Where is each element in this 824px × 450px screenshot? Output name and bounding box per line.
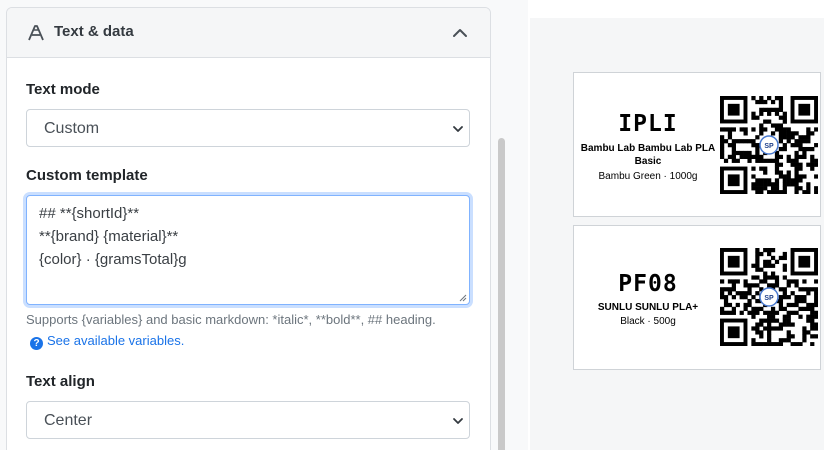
text-mode-select[interactable]: Custom	[26, 109, 470, 147]
chevron-up-icon[interactable]	[451, 24, 469, 42]
card-title: Text & data	[54, 23, 134, 40]
label-text-block: PF08 SUNLU SUNLU PLA+ Black · 500g	[578, 271, 718, 328]
text-mode-label: Text mode	[26, 81, 100, 98]
label-brand-material: Bambu Lab Bambu Lab PLA Basic	[580, 143, 716, 167]
label-text-block: IPLI Bambu Lab Bambu Lab PLA Basic Bambu…	[578, 111, 718, 183]
label-color-weight: Black · 500g	[620, 316, 676, 327]
info-icon: ?	[30, 337, 43, 350]
label-color-weight: Bambu Green · 1000g	[598, 171, 698, 182]
chevron-down-icon	[453, 418, 463, 424]
text-data-card: Text & data Text mode Custom Custom temp…	[6, 7, 491, 450]
font-letter-icon	[28, 25, 44, 41]
preview-pane: IPLI Bambu Lab Bambu Lab PLA Basic Bambu…	[530, 0, 824, 450]
custom-template-label: Custom template	[26, 167, 148, 184]
chevron-down-icon	[453, 126, 463, 132]
label-preview-card[interactable]: PF08 SUNLU SUNLU PLA+ Black · 500g SP	[573, 225, 821, 370]
template-line: **{brand} {material}**	[39, 228, 179, 245]
text-align-label: Text align	[26, 373, 95, 390]
qr-code: SP	[720, 96, 818, 194]
template-help-text: Supports {variables} and basic markdown:…	[26, 309, 446, 351]
label-short-id: IPLI	[618, 111, 678, 137]
qr-code: SP	[720, 248, 818, 346]
template-line: ## **{shortId}**	[39, 205, 140, 222]
available-variables-link[interactable]: See available variables.	[47, 333, 184, 348]
label-preview-card[interactable]: IPLI Bambu Lab Bambu Lab PLA Basic Bambu…	[573, 72, 821, 217]
qr-badge: SP	[764, 295, 774, 302]
label-brand-material: SUNLU SUNLU PLA+	[597, 302, 699, 313]
template-line: {color} · {gramsTotal}g	[39, 251, 187, 268]
text-align-select[interactable]: Center	[26, 401, 470, 439]
resize-handle-icon[interactable]	[459, 294, 467, 302]
label-short-id: PF08	[618, 271, 678, 297]
card-header[interactable]: Text & data	[7, 8, 490, 58]
custom-template-textarea[interactable]: ## **{shortId}** **{brand} {material}** …	[26, 195, 470, 305]
preview-toolbar-area	[530, 0, 824, 18]
settings-scrollbar[interactable]	[498, 138, 505, 450]
help-description: Supports {variables} and basic markdown:…	[26, 312, 436, 327]
settings-pane: Text & data Text mode Custom Custom temp…	[0, 0, 528, 450]
text-mode-value: Custom	[44, 120, 100, 137]
qr-badge: SP	[764, 143, 774, 150]
text-align-value: Center	[44, 412, 93, 429]
